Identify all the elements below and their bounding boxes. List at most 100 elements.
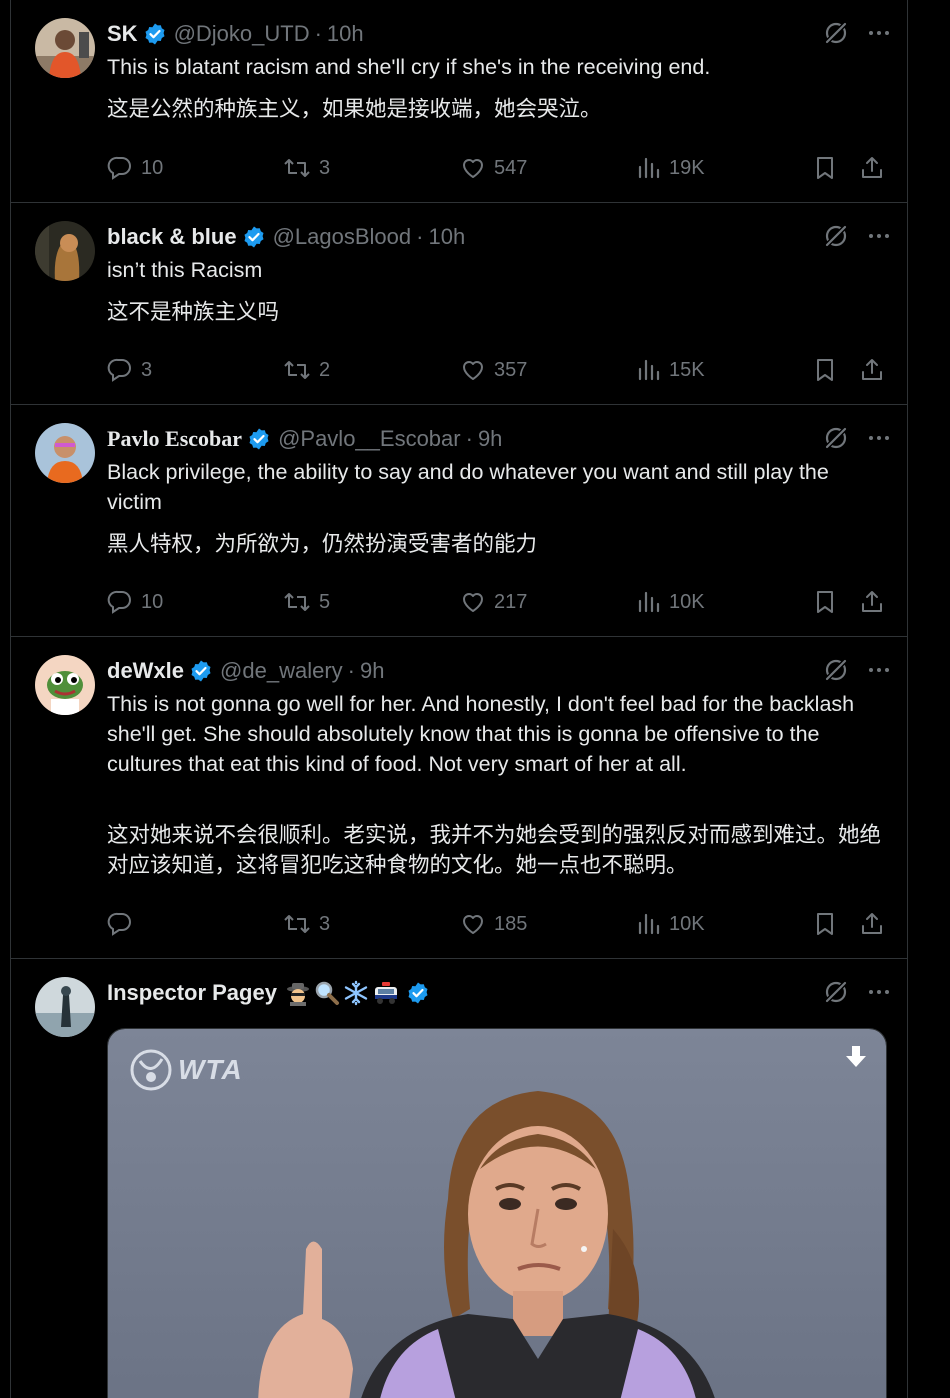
timestamp[interactable]: 9h [478,423,502,455]
like-icon [463,593,483,612]
display-name[interactable]: Inspector Pagey [107,977,277,1009]
bookmark-button[interactable] [813,586,845,618]
grok-icon[interactable] [823,657,849,688]
reply-button[interactable] [107,908,141,940]
views-button[interactable]: 15K [637,354,705,386]
share-button[interactable] [859,152,893,184]
like-button[interactable]: 547 [460,152,527,184]
views-button[interactable]: 10K [637,908,705,940]
tweet-top-icons [823,657,891,688]
like-button[interactable]: 217 [460,586,527,618]
bookmark-icon [817,591,833,613]
tweet-text: isn’t this Racism [107,258,263,282]
tweet-translation: 黑人特权，为所欲为，仍然扮演受害者的能力 [107,532,538,556]
separator-dot: · [465,426,473,451]
tweet-actions: 10 5 217 10K [107,586,897,618]
repost-icon [284,915,310,933]
reply-button[interactable]: 10 [107,586,163,618]
separator-dot: · [314,21,322,46]
bookmark-icon [817,359,833,381]
repost-count: 3 [319,912,331,935]
timeline-column: SK @Djoko_UTD · 10h This is blatant raci… [10,0,908,1398]
display-name[interactable]: black & blue [107,221,237,253]
avatar[interactable] [35,18,95,78]
share-button[interactable] [859,908,893,940]
reply-button[interactable]: 3 [107,354,152,386]
media-brand-logo: WTA [128,1047,243,1093]
display-name[interactable]: SK [107,18,138,50]
repost-button[interactable]: 2 [283,354,330,386]
avatar[interactable] [35,655,95,715]
verified-badge-icon [143,22,167,46]
views-button[interactable]: 10K [637,586,705,618]
repost-button[interactable]: 3 [283,908,330,940]
bookmark-button[interactable] [813,354,845,386]
grok-icon[interactable] [823,223,849,254]
tweet-header: Inspector Pagey [107,977,437,1009]
user-handle[interactable]: @Pavlo__Escobar [278,423,461,455]
tweet-top-icons [823,979,891,1010]
wta-logo-icon [130,1049,172,1091]
share-icon [862,157,882,178]
tweet[interactable]: Pavlo Escobar @Pavlo__Escobar · 9h Black… [11,405,907,637]
verified-badge-icon [247,427,271,451]
download-icon [846,1046,866,1067]
share-button[interactable] [859,586,893,618]
timestamp[interactable]: 9h [360,655,384,687]
avatar[interactable] [35,977,95,1037]
tweet-header: SK @Djoko_UTD · 10h [107,18,364,50]
separator-dot: · [416,224,424,249]
tweet-actions: 3 185 10K [107,908,897,940]
tweet-media-video[interactable]: WTA [107,1028,887,1398]
tweet[interactable]: SK @Djoko_UTD · 10h This is blatant raci… [11,0,907,203]
more-icon[interactable] [867,658,891,687]
views-button[interactable]: 19K [637,152,705,184]
avatar[interactable] [35,221,95,281]
like-button[interactable]: 357 [460,354,527,386]
repost-button[interactable]: 5 [283,586,330,618]
download-button[interactable] [842,1043,870,1076]
avatar[interactable] [35,423,95,483]
like-button[interactable]: 185 [460,908,527,940]
repost-count: 5 [319,590,331,613]
tweet[interactable]: black & blue @LagosBlood · 10h isn’t thi… [11,203,907,405]
like-icon [463,159,483,178]
reply-icon [107,156,131,180]
grok-icon[interactable] [823,425,849,456]
tweet-header: Pavlo Escobar @Pavlo__Escobar · 9h [107,423,502,455]
share-button[interactable] [859,354,893,386]
views-count: 10K [669,590,705,613]
grok-icon[interactable] [823,979,849,1010]
reply-button[interactable]: 10 [107,152,163,184]
tweet-top-icons [823,425,891,456]
user-handle[interactable]: @de_walery [220,655,343,687]
tweet[interactable]: deWxle @de_walery · 9h This is not gonna… [11,637,907,959]
reply-icon [107,590,131,614]
display-name[interactable]: deWxle [107,655,184,687]
reply-icon [107,358,131,382]
user-handle[interactable]: @LagosBlood [273,221,412,253]
bookmark-icon [817,913,833,935]
more-icon[interactable] [867,21,891,50]
views-count: 15K [669,358,705,381]
tweet-actions: 10 3 547 19K [107,152,897,184]
repost-button[interactable]: 3 [283,152,330,184]
more-icon[interactable] [867,426,891,455]
separator-dot: · [347,658,355,683]
timestamp[interactable]: 10h [428,221,465,253]
user-handle[interactable]: @Djoko_UTD [174,18,310,50]
bookmark-button[interactable] [813,152,845,184]
views-icon [638,591,660,613]
tweet-text: This is not gonna go well for her. And h… [107,692,855,776]
repost-count: 3 [319,156,331,179]
media-brand-text: WTA [178,1054,243,1085]
timestamp[interactable]: 10h [327,18,364,50]
more-icon[interactable] [867,980,891,1009]
like-count: 357 [494,358,528,381]
display-name[interactable]: Pavlo Escobar [107,423,242,455]
grok-icon[interactable] [823,20,849,51]
bookmark-button[interactable] [813,908,845,940]
views-count: 10K [669,912,705,935]
tweet-actions: 3 2 357 15K [107,354,897,386]
more-icon[interactable] [867,224,891,253]
